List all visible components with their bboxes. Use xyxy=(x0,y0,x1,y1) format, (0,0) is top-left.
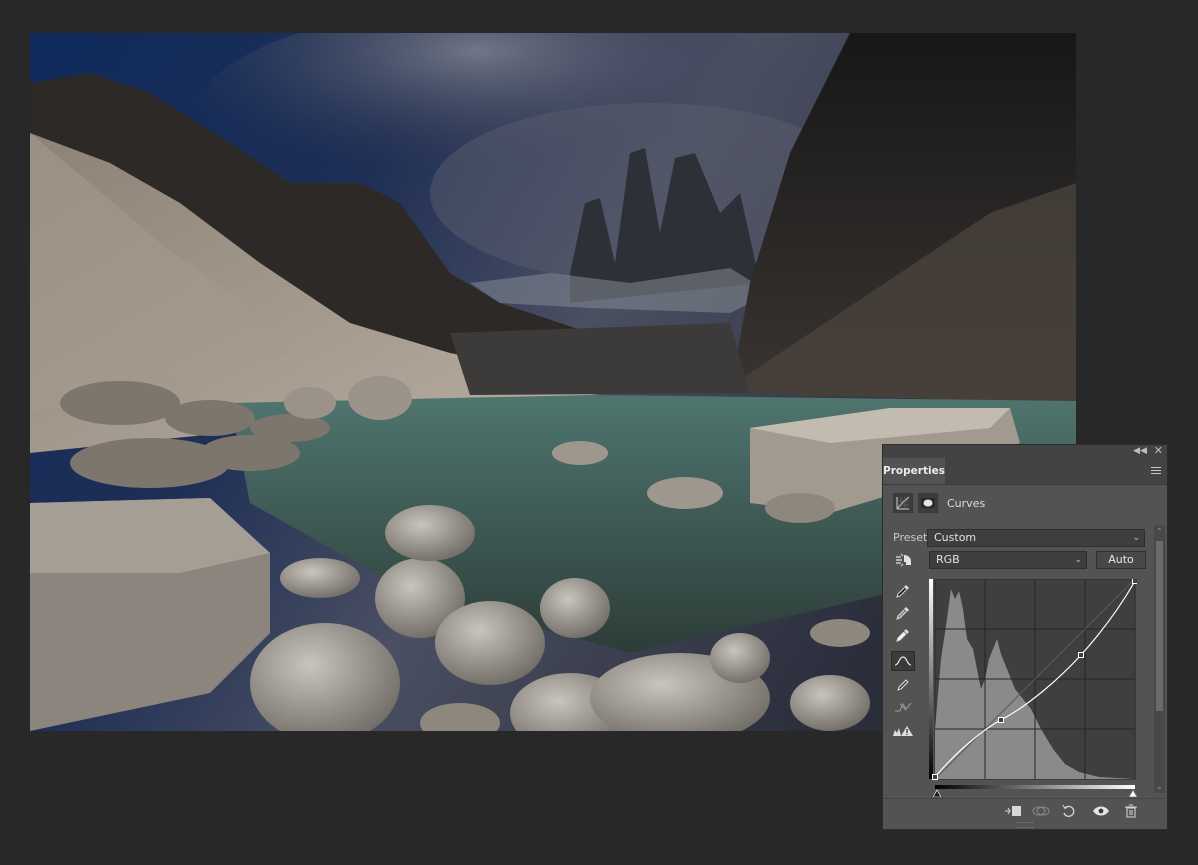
panel-title-strip xyxy=(883,445,1167,458)
input-levels-slider[interactable] xyxy=(932,785,1138,798)
panel-scrollbar[interactable]: ⌃ ⌄ xyxy=(1154,525,1165,793)
chevron-down-icon: ⌄ xyxy=(1074,555,1082,565)
curves-graph[interactable] xyxy=(929,578,1138,787)
on-image-adjustment-icon[interactable] xyxy=(893,550,917,570)
preset-label: Preset: xyxy=(893,531,932,544)
curve-point xyxy=(998,717,1004,723)
properties-panel: ◀◀ ✕ Properties Curves Preset: Custom ⌄ … xyxy=(882,444,1168,830)
scroll-down-icon[interactable]: ⌄ xyxy=(1156,782,1163,791)
adjustment-title: Curves xyxy=(947,497,986,510)
channel-select[interactable]: RGB ⌄ xyxy=(929,551,1087,569)
preset-value: Custom xyxy=(934,531,977,544)
preset-row: Preset: Custom ⌄ xyxy=(893,529,1157,547)
tab-properties[interactable]: Properties xyxy=(883,458,945,484)
view-previous-state-icon[interactable] xyxy=(1031,803,1051,819)
clipping-warning-icon[interactable] xyxy=(891,721,915,741)
preset-select[interactable]: Custom ⌄ xyxy=(927,529,1145,547)
curves-adjustment-icon[interactable] xyxy=(893,493,913,513)
scroll-up-icon[interactable]: ⌃ xyxy=(1156,527,1163,536)
collapse-panel-icon[interactable]: ◀◀ xyxy=(1133,445,1147,457)
clip-to-layer-icon[interactable] xyxy=(1003,803,1023,819)
curve-point xyxy=(1078,652,1084,658)
eyedropper-gray-icon[interactable] xyxy=(891,603,915,623)
curve-point-tool-icon[interactable] xyxy=(891,651,915,671)
chevron-down-icon: ⌄ xyxy=(1132,533,1140,543)
panel-resize-grip[interactable] xyxy=(1017,822,1033,828)
adjustment-header: Curves xyxy=(893,493,1153,515)
channel-value: RGB xyxy=(936,553,960,566)
panel-tab-bar: Properties xyxy=(883,458,1167,485)
panel-footer xyxy=(883,798,1167,823)
close-icon[interactable]: ✕ xyxy=(1154,445,1163,457)
curve-point xyxy=(932,774,938,780)
output-gradient-bar xyxy=(929,579,933,779)
eyedropper-black-icon[interactable] xyxy=(891,581,915,601)
channel-row: RGB ⌄ Auto xyxy=(893,551,1157,569)
reset-icon[interactable] xyxy=(1059,803,1079,819)
curve-point xyxy=(1132,578,1138,584)
smooth-curve-icon[interactable] xyxy=(891,697,915,717)
scrollbar-thumb[interactable] xyxy=(1156,541,1163,711)
auto-button[interactable]: Auto xyxy=(1096,551,1146,569)
visibility-eye-icon[interactable] xyxy=(1091,803,1111,819)
panel-menu-icon[interactable] xyxy=(1151,467,1161,476)
delete-icon[interactable] xyxy=(1121,803,1141,819)
pencil-tool-icon[interactable] xyxy=(891,675,915,695)
layer-mask-icon[interactable] xyxy=(918,493,938,513)
eyedropper-white-icon[interactable] xyxy=(891,625,915,645)
